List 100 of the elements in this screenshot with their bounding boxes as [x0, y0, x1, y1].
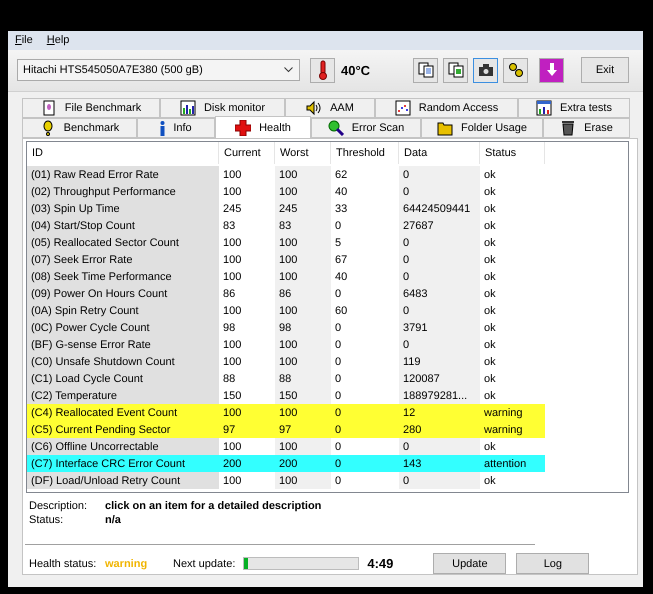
table-cell: (0C) Power Cycle Count — [27, 319, 219, 336]
update-button[interactable]: Update — [433, 553, 506, 574]
tab[interactable]: Random Access — [375, 98, 518, 118]
table-cell: (08) Seek Time Performance — [27, 268, 219, 286]
table-cell: warning — [480, 421, 545, 438]
trash-icon — [560, 120, 576, 136]
table-cell: 0 — [399, 302, 480, 320]
column-header[interactable]: Worst — [275, 142, 331, 164]
tab[interactable]: Info — [137, 118, 215, 138]
table-cell: (C2) Temperature — [27, 387, 219, 404]
table-cell: 97 — [275, 421, 331, 438]
table-cell: 88 — [275, 370, 331, 388]
health-status-value: warning — [105, 558, 148, 570]
countdown-text: 4:49 — [367, 556, 394, 572]
scatter-icon — [394, 100, 411, 116]
table-cell: (C7) Interface CRC Error Count — [27, 455, 219, 472]
table-cell: (C6) Offline Uncorrectable — [27, 438, 219, 456]
tab[interactable]: File Benchmark — [22, 98, 160, 118]
column-header[interactable]: Current — [219, 142, 275, 164]
table-cell: 280 — [399, 421, 480, 438]
table-cell: 143 — [399, 455, 480, 472]
menu-item[interactable]: File — [15, 34, 33, 46]
health-status-label: Health status: — [29, 558, 98, 570]
info-icon — [160, 120, 166, 136]
exit-button[interactable]: Exit — [581, 57, 629, 84]
table-cell: (02) Throughput Performance — [27, 183, 219, 200]
copy-image-button[interactable] — [443, 58, 468, 83]
table-cell: 64424509441 — [399, 200, 480, 218]
table-cell: (C5) Current Pending Sector — [27, 421, 219, 438]
table-cell: 3791 — [399, 319, 480, 336]
next-update-label: Next update: — [173, 558, 236, 570]
tab[interactable]: Erase — [543, 118, 630, 138]
table-cell: 200 — [219, 455, 275, 472]
table-cell: 100 — [275, 353, 331, 370]
table-cell: 12 — [399, 404, 480, 422]
description-text: click on an item for a detailed description — [105, 500, 322, 512]
table-cell: 0 — [331, 455, 399, 472]
table-cell: (C4) Reallocated Event Count — [27, 404, 219, 422]
temperature-label: 40°C — [341, 62, 372, 78]
table-cell: 100 — [275, 336, 331, 354]
table-cell: 100 — [275, 438, 331, 456]
document-icon — [40, 100, 57, 116]
camera-button[interactable] — [473, 58, 498, 83]
table-cell: 100 — [275, 404, 331, 422]
download-button[interactable] — [539, 58, 564, 83]
table-cell: 27687 — [399, 217, 480, 234]
tab[interactable]: AAM — [285, 98, 375, 118]
tab[interactable]: Error Scan — [311, 118, 421, 138]
tab[interactable]: Health — [215, 116, 311, 138]
bar-chart-icon — [180, 100, 196, 116]
table-cell: (BF) G-sense Error Rate — [27, 336, 219, 354]
table-cell: 98 — [275, 319, 331, 336]
table-cell: 0 — [399, 251, 480, 268]
tab[interactable]: Disk monitor — [160, 98, 285, 118]
table-cell: 0 — [399, 166, 480, 184]
tab[interactable]: Folder Usage — [421, 118, 543, 138]
table-cell: warning — [480, 404, 545, 422]
table-cell: (07) Seek Error Rate — [27, 251, 219, 268]
table-cell: (C1) Load Cycle Count — [27, 370, 219, 388]
table-cell: 245 — [275, 200, 331, 218]
table-cell: 0 — [331, 421, 399, 438]
status-text: n/a — [105, 514, 122, 526]
status-label: Status: — [29, 514, 64, 526]
table-cell: 100 — [275, 166, 331, 184]
column-header[interactable]: ID — [27, 142, 219, 164]
table-cell: 100 — [275, 251, 331, 268]
table-cell: 0 — [399, 438, 480, 456]
table-cell: 100 — [219, 404, 275, 422]
column-header[interactable]: Status — [480, 142, 545, 164]
column-header[interactable]: Threshold — [331, 142, 399, 164]
window-chart-icon — [536, 100, 552, 116]
table-cell: 0 — [399, 268, 480, 286]
table-cell: 200 — [275, 455, 331, 472]
table-cell: 100 — [275, 268, 331, 286]
table-cell: 100 — [275, 183, 331, 200]
table-cell: 97 — [219, 421, 275, 438]
table-cell: 119 — [399, 353, 480, 370]
table-cell: 86 — [275, 285, 331, 302]
table-cell: (04) Start/Stop Count — [27, 217, 219, 234]
copy-button[interactable] — [413, 58, 438, 83]
table-cell: (0A) Spin Retry Count — [27, 302, 219, 320]
table-cell: 83 — [275, 217, 331, 234]
camera-icon — [478, 63, 494, 78]
tab[interactable]: Benchmark — [22, 118, 137, 138]
log-button[interactable]: Log — [516, 553, 590, 574]
speaker-icon — [306, 100, 322, 116]
table-cell: 188979281... — [399, 387, 480, 404]
menu-item[interactable]: Help — [46, 34, 70, 46]
tab[interactable]: Extra tests — [518, 98, 630, 118]
thermometer-button[interactable] — [310, 58, 335, 83]
medical-cross-icon — [235, 120, 252, 136]
table-cell: 0 — [399, 472, 480, 490]
gears-button[interactable] — [503, 58, 528, 83]
table-cell: 120087 — [399, 370, 480, 388]
drive-dropdown[interactable]: Hitachi HTS545050A7E380 (500 gB) — [17, 59, 300, 82]
column-header[interactable]: Data — [399, 142, 480, 164]
table-cell: (03) Spin Up Time — [27, 200, 219, 218]
description-label: Description: — [29, 500, 88, 512]
copy-text-icon — [418, 62, 434, 78]
table-cell: 0 — [399, 234, 480, 252]
